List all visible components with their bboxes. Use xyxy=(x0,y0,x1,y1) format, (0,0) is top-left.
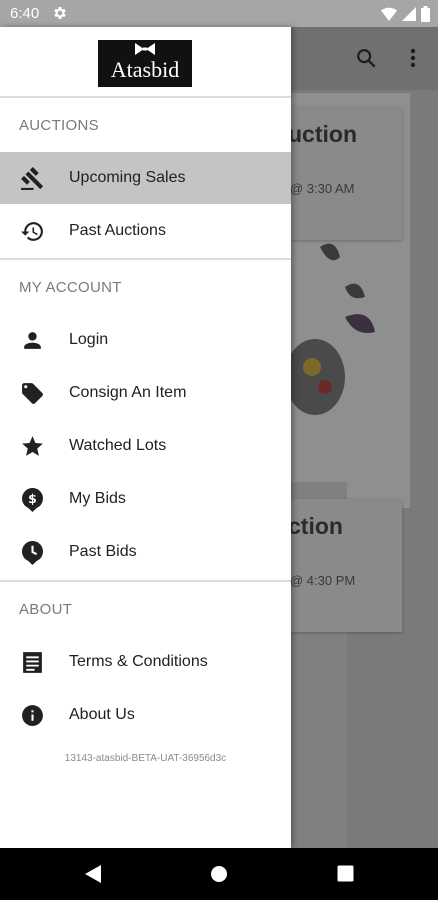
menu-item-my-bids[interactable]: $ My Bids xyxy=(0,473,291,525)
more-options-icon[interactable] xyxy=(404,47,422,69)
section-title-my-account: MY ACCOUNT xyxy=(19,279,122,296)
brand-logo: Atasbid xyxy=(98,40,192,87)
history-icon xyxy=(21,222,43,241)
status-time: 6:40 xyxy=(10,5,40,22)
menu-item-label: Watched Lots xyxy=(69,437,167,454)
settings-gear-icon xyxy=(54,7,66,19)
menu-item-login[interactable]: Login xyxy=(0,314,291,366)
recents-icon[interactable] xyxy=(337,865,354,882)
logo-wordmark: Atasbid xyxy=(110,57,180,82)
dollar-pin-icon: $ xyxy=(21,488,44,512)
section-title-about: ABOUT xyxy=(19,601,73,618)
menu-item-upcoming-sales[interactable]: Upcoming Sales xyxy=(0,152,291,204)
person-icon xyxy=(24,332,41,349)
tag-icon xyxy=(22,383,43,404)
menu-item-label: Past Auctions xyxy=(69,222,166,239)
menu-item-terms[interactable]: Terms & Conditions xyxy=(0,636,291,688)
drawer-header: Atasbid xyxy=(0,27,291,97)
bowtie-logo-icon xyxy=(135,43,155,55)
section-title-auctions: AUCTIONS xyxy=(19,117,99,134)
star-icon xyxy=(22,436,43,456)
status-indicators xyxy=(381,5,430,22)
document-icon xyxy=(23,652,42,673)
menu-item-label: My Bids xyxy=(69,490,126,507)
menu-item-label: Login xyxy=(69,331,109,348)
menu-item-watched-lots[interactable]: Watched Lots xyxy=(0,420,291,472)
auction-card-title: uction xyxy=(288,121,357,147)
menu-item-past-auctions[interactable]: Past Auctions xyxy=(0,205,291,257)
auction-card-time: @ 4:30 PM xyxy=(290,573,356,588)
menu-item-about-us[interactable]: About Us xyxy=(0,689,291,741)
divider xyxy=(0,258,291,260)
divider xyxy=(0,96,291,98)
menu-item-label: Past Bids xyxy=(69,543,137,560)
auction-card-time: @ 3:30 AM xyxy=(290,181,355,196)
menu-item-label: Consign An Item xyxy=(69,384,187,401)
build-version: 13143-atasbid-BETA-UAT-36956d3c xyxy=(64,753,227,764)
status-bar: 6:40 xyxy=(0,0,438,27)
home-icon[interactable] xyxy=(210,865,228,883)
gavel-icon xyxy=(21,167,44,190)
menu-item-consign[interactable]: Consign An Item xyxy=(0,367,291,419)
battery-icon xyxy=(421,5,430,22)
divider xyxy=(0,580,291,582)
wifi-icon xyxy=(381,7,397,21)
auction-card-title: ction xyxy=(288,513,343,539)
menu-item-label: Upcoming Sales xyxy=(69,169,186,186)
signal-icon xyxy=(402,6,416,21)
menu-item-past-bids[interactable]: Past Bids xyxy=(0,526,291,578)
search-icon[interactable] xyxy=(355,47,377,69)
clock-pin-icon xyxy=(21,541,44,565)
auction-artwork xyxy=(290,243,375,415)
info-icon xyxy=(22,705,43,726)
menu-item-label: About Us xyxy=(69,706,135,723)
svg-text:$: $ xyxy=(28,491,37,506)
system-nav-bar xyxy=(0,848,438,900)
back-icon[interactable] xyxy=(84,864,102,884)
menu-item-label: Terms & Conditions xyxy=(69,653,208,670)
navigation-drawer: Atasbid AUCTIONS Upcoming Sales Past Auc… xyxy=(0,27,291,848)
